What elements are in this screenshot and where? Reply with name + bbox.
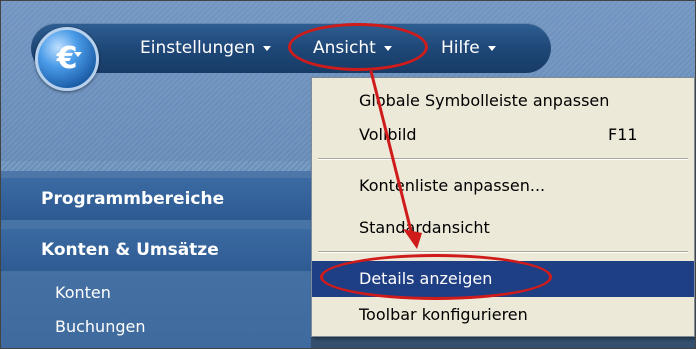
app-window: € Einstellungen Ansicht Hilfe Programmbe…: [0, 0, 696, 349]
arrow-head-icon: [403, 229, 422, 249]
arrow-line: [369, 70, 415, 240]
annotation-arrow: [369, 70, 422, 249]
